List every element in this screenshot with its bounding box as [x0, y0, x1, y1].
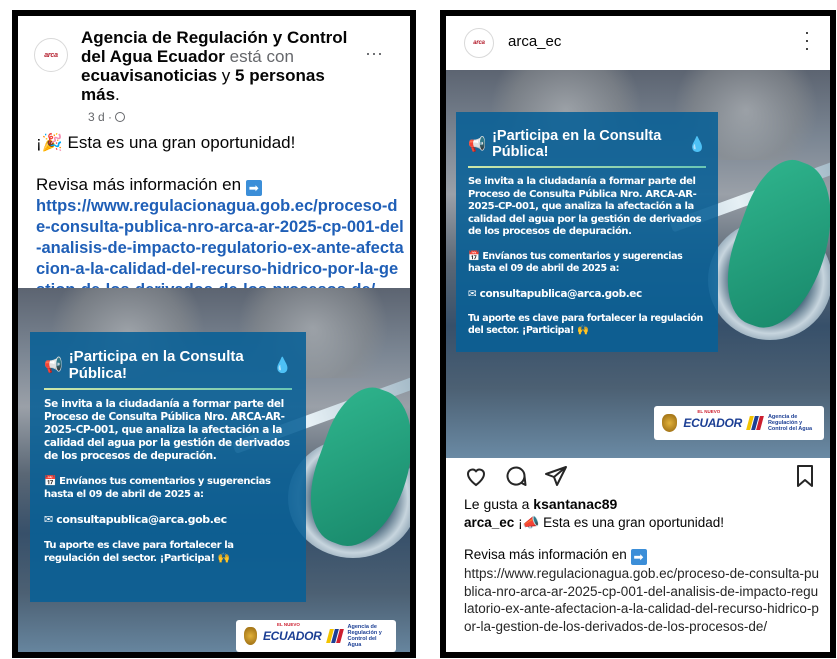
card-deadline-row: 📅 Envíanos tus comentarios y sugerencias…: [44, 475, 292, 501]
card-body: Se invita a la ciudadanía a formar parte…: [468, 176, 702, 237]
more-options-icon[interactable]: ⋯: [365, 44, 384, 65]
envelope-icon: ✉: [468, 287, 480, 300]
caption-line-2: Revisa más información en ➡: [464, 546, 820, 565]
card-email: consultapublica@arca.gob.ec: [479, 287, 643, 300]
tag-end: .: [115, 85, 120, 104]
brand-name: ECUADOR: [262, 629, 322, 643]
ig-action-bar: [464, 464, 816, 494]
post-time[interactable]: 3 d ·: [88, 110, 126, 124]
flag-stripes: [746, 416, 764, 430]
card-email-row: ✉ consultapublica@arca.gob.ec: [44, 513, 292, 527]
caption-link[interactable]: https://www.regulacionagua.gob.ec/proces…: [464, 565, 820, 636]
brand-small: EL NUEVO: [276, 622, 300, 627]
info-card: 📢 ¡Participa en la Consulta Pública! 💧 Se …: [456, 112, 718, 352]
comment-icon[interactable]: [504, 464, 528, 488]
likes-line: Le gusta a ksantanac89: [464, 496, 617, 512]
post-image[interactable]: 📢 ¡Participa en la Consulta Pública! 💧 Se …: [18, 288, 410, 652]
author-avatar[interactable]: arca: [34, 38, 68, 72]
instagram-post: arca arca_ec · · · 📢 ¡Participa en la Consu…: [446, 16, 830, 652]
coat-of-arms-icon: [662, 414, 678, 432]
card-deadline: Envíanos tus comentarios y sugerencias h…: [468, 250, 683, 275]
more-options-icon[interactable]: · · ·: [804, 23, 810, 57]
caption-line-1: arca_ec ¡📣 Esta es una gran oportunidad!: [464, 514, 820, 532]
card-closing-row: Tu aporte es clave para fortalecer la re…: [468, 313, 706, 338]
card-email: consultapublica@arca.gob.ec: [56, 513, 227, 526]
water-drop-icon: 💧: [687, 136, 706, 153]
post-link[interactable]: https://www.regulacionagua.gob.ec/proces…: [36, 196, 406, 301]
water-drop-icon: 💧: [273, 357, 292, 374]
globe-icon: [115, 112, 126, 122]
card-title: ¡Participa en la Consulta Pública!: [68, 348, 244, 382]
caption-user[interactable]: arca_ec: [464, 515, 514, 530]
ig-post-image[interactable]: 📢 ¡Participa en la Consulta Pública! 💧 Se …: [446, 70, 830, 458]
brand-name: ECUADOR: [683, 416, 742, 430]
post-line-1: ¡🎉 Esta es una gran oportunidad!: [36, 132, 406, 153]
calendar-icon: 📅: [468, 250, 483, 262]
card-title-row: 📢 ¡Participa en la Consulta Pública! 💧: [468, 128, 706, 160]
post-line-2-text: Revisa más información en: [36, 175, 246, 194]
agency-name: Agencia de Regulación y Control del Agua: [347, 624, 382, 648]
raised-hands-icon: 🙌: [217, 553, 230, 564]
title-divider: [44, 388, 292, 390]
ig-avatar[interactable]: arca: [464, 28, 494, 58]
card-closing-row: Tu aporte es clave para fortalecer la re…: [44, 539, 292, 565]
post-text: ¡🎉 Esta es una gran oportunidad! Revisa …: [36, 132, 406, 301]
envelope-icon: ✉: [44, 513, 57, 526]
brand-text: EL NUEVO ECUADOR: [262, 622, 322, 645]
agency-name: Agencia de Regulación y Control del Agua: [767, 414, 813, 432]
calendar-icon: 📅: [44, 476, 60, 487]
info-card: 📢 ¡Participa en la Consulta Pública! 💧 Se …: [30, 332, 306, 602]
tagged-user[interactable]: ecuavisanoticias: [81, 66, 217, 85]
card-closing: Tu aporte es clave para fortalecer la re…: [44, 540, 234, 564]
megaphone-icon: 📢: [44, 357, 63, 374]
liked-user[interactable]: ksantanac89: [533, 496, 617, 512]
author-line: Agencia de Regulación y Control del Agua…: [81, 28, 351, 104]
card-body: Se invita a la ciudadanía a formar parte…: [44, 398, 290, 462]
ecuador-logo: EL NUEVO ECUADOR Agencia de Regulación y…: [654, 406, 824, 440]
right-arrow-icon: ➡: [630, 548, 647, 565]
ig-header: arca arca_ec · · ·: [446, 16, 830, 70]
post-header: arca Agencia de Regulación y Control del…: [26, 28, 402, 104]
coat-of-arms-icon: [244, 627, 257, 645]
ig-username[interactable]: arca_ec: [508, 33, 561, 50]
post-line-1-text: Esta es una gran oportunidad!: [62, 133, 296, 152]
ig-avatar-logo: arca: [473, 40, 485, 46]
brand-small: EL NUEVO: [697, 409, 721, 414]
flag-stripes: [325, 629, 344, 643]
instagram-post-panel: arca arca_ec · · · 📢 ¡Participa en la Consu…: [440, 10, 836, 658]
raised-hands-icon: 🙌: [576, 325, 589, 336]
post-line-2: Revisa más información en ➡: [36, 174, 406, 196]
ig-caption: arca_ec ¡📣 Esta es una gran oportunidad!…: [464, 514, 820, 636]
megaphone-icon: 📢: [468, 136, 487, 153]
share-icon[interactable]: [544, 464, 568, 488]
ecuador-logo: EL NUEVO ECUADOR Agencia de Regulación y…: [236, 620, 396, 652]
author-name[interactable]: Agencia de Regulación y Control del Agua…: [81, 28, 347, 66]
caption-line-2-text: Revisa más información en: [464, 546, 631, 562]
brand-text: EL NUEVO ECUADOR: [683, 409, 742, 432]
tag-join: y: [217, 66, 236, 85]
heart-icon[interactable]: [464, 464, 488, 488]
caption-line-1-text: ¡📣 Esta es una gran oportunidad!: [514, 515, 724, 530]
title-divider: [468, 166, 706, 168]
bookmark-icon[interactable]: [794, 464, 816, 488]
card-deadline-row: 📅 Envíanos tus comentarios y sugerencias…: [468, 251, 706, 276]
party-emoji: ¡🎉: [36, 133, 63, 152]
facebook-post: arca Agencia de Regulación y Control del…: [18, 16, 410, 652]
facebook-post-panel: arca Agencia de Regulación y Control del…: [12, 10, 416, 658]
time-text: 3 d ·: [88, 110, 113, 124]
card-title: ¡Participa en la Consulta Pública!: [492, 128, 662, 160]
card-email-row: ✉ consultapublica@arca.gob.ec: [468, 288, 706, 301]
with-text: está con: [224, 47, 294, 66]
card-title-row: 📢 ¡Participa en la Consulta Pública! 💧: [44, 348, 292, 382]
card-deadline: Envíanos tus comentarios y sugerencias h…: [44, 476, 271, 500]
right-arrow-icon: ➡: [245, 180, 262, 196]
avatar-logo: arca: [44, 51, 58, 59]
liked-prefix: Le gusta a: [464, 496, 534, 512]
